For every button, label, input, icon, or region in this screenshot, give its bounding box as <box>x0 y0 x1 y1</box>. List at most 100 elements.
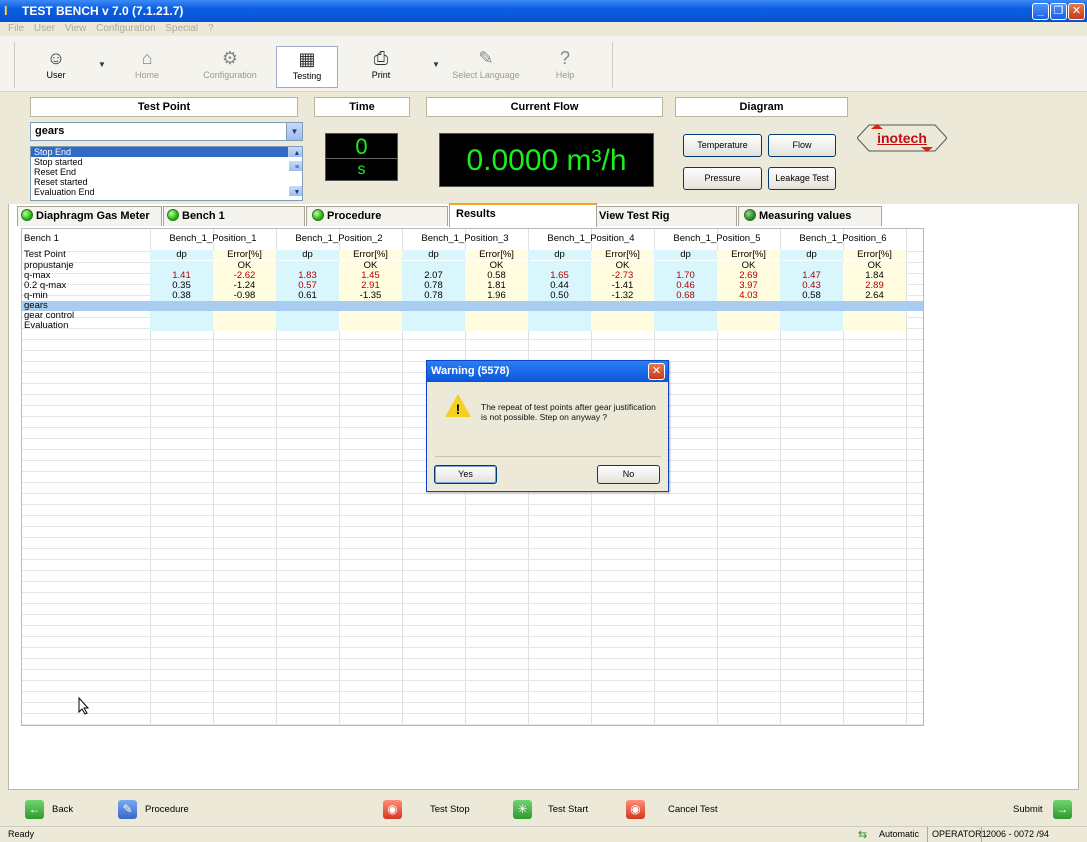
row-label: q-max <box>24 271 51 281</box>
table-cell <box>780 311 843 321</box>
tab-measuring-values[interactable]: Measuring values <box>738 206 882 226</box>
warning-dialog: Warning (5578) ✕ ! The repeat of test po… <box>426 360 669 492</box>
test-start-button[interactable]: ✳ Test Start <box>513 800 588 820</box>
list-item[interactable]: Stop End <box>31 147 302 157</box>
menu-help[interactable]: ? <box>208 23 214 34</box>
table-cell: -1.41 <box>591 281 654 291</box>
table-row[interactable]: propustanje OK OK OK OK OK OK <box>22 261 923 271</box>
test-point-event-list[interactable]: Stop End Stop started Reset End Reset st… <box>30 146 303 201</box>
table-row[interactable]: q-min 0.38 -0.98 0.61 -1.35 0.78 1.96 0.50 -1.32… <box>22 291 923 301</box>
table-cell <box>528 311 591 321</box>
restore-button[interactable]: ❐ <box>1050 3 1067 20</box>
table-row[interactable]: q-max 1.41 -2.62 1.83 1.45 2.07 0.58 1.65 -2.73 1… <box>22 271 923 281</box>
list-item[interactable]: Evaluation End <box>31 187 302 197</box>
pressure-button[interactable]: Pressure <box>683 167 762 190</box>
table-cell: 2.07 <box>402 271 465 281</box>
status-green-icon <box>744 209 756 221</box>
menu-configuration[interactable]: Configuration <box>96 23 155 34</box>
current-flow-display: 0.0000 m³/h <box>439 133 654 187</box>
table-row[interactable]: gear control <box>22 311 923 321</box>
table-row[interactable]: 0.2 q-max 0.35 -1.24 0.57 2.91 0.78 1.81 0.44 -1… <box>22 281 923 291</box>
table-cell <box>780 261 843 271</box>
scroll-up-icon[interactable]: ▲ <box>289 147 302 157</box>
table-cell: Bench_1_Position_2 <box>295 234 383 244</box>
table-cell: OK <box>339 261 402 271</box>
status-text: Ready <box>8 829 35 839</box>
table-cell <box>465 321 528 331</box>
list-item[interactable]: Reset started <box>31 177 302 187</box>
table-cell: 3.97 <box>717 281 780 291</box>
submit-button[interactable]: Submit → <box>1013 800 1072 820</box>
tab-diaphragm-gas-meter[interactable]: Diaphragm Gas Meter <box>17 206 162 226</box>
home-button[interactable]: ⌂ Home <box>116 46 178 88</box>
table-cell: 4.03 <box>717 291 780 301</box>
status-green-icon <box>167 209 179 221</box>
status-green-icon <box>21 209 33 221</box>
table-cell: 1.45 <box>339 271 402 281</box>
tab-results[interactable]: Results <box>449 203 597 227</box>
user-dropdown-icon[interactable]: ▼ <box>98 60 106 69</box>
cancel-test-button[interactable]: ◉ Cancel Test <box>626 800 717 820</box>
test-point-dropdown[interactable]: gears ▼ <box>30 122 303 141</box>
no-button[interactable]: No <box>597 465 660 484</box>
menu-user[interactable]: User <box>34 23 55 34</box>
yes-button[interactable]: Yes <box>434 465 497 484</box>
test-stop-button[interactable]: ◉ Test Stop <box>383 800 470 820</box>
close-button[interactable]: ✕ <box>1068 3 1085 20</box>
menu-file[interactable]: File <box>8 23 24 34</box>
tab-bench-1[interactable]: Bench 1 <box>163 206 305 226</box>
scroll-down-icon[interactable]: ▼ <box>289 186 302 196</box>
list-item[interactable]: Stop started <box>31 157 302 167</box>
table-row[interactable]: Test Point dp Error[%] dp Error[%] dp Error[%]… <box>22 250 923 260</box>
print-dropdown-icon[interactable]: ▼ <box>432 60 440 69</box>
table-cell <box>150 301 213 311</box>
table-cell: dp <box>528 250 591 260</box>
table-cell: Error[%] <box>465 250 528 260</box>
table-cell: 0.57 <box>276 281 339 291</box>
table-cell <box>276 301 339 311</box>
tab-view-test-rig[interactable]: View Test Rig <box>596 206 737 226</box>
flow-button[interactable]: Flow <box>768 134 836 157</box>
menu-view[interactable]: View <box>65 23 87 34</box>
table-cell <box>276 311 339 321</box>
tab-procedure[interactable]: Procedure <box>306 206 448 226</box>
configuration-button[interactable]: ⚙ Configuration <box>195 46 265 88</box>
grid-line <box>22 614 923 615</box>
print-button[interactable]: ⎙ Print <box>350 46 412 88</box>
testing-button[interactable]: ▦ Testing <box>276 46 338 88</box>
app-icon: I <box>4 3 8 18</box>
table-cell <box>339 301 402 311</box>
procedure-button[interactable]: ✎ Procedure <box>118 800 189 820</box>
select-language-button[interactable]: ✎ Select Language <box>447 46 525 88</box>
table-cell <box>276 261 339 271</box>
help-button[interactable]: ? Help <box>534 46 596 88</box>
minimize-button[interactable]: _ <box>1032 3 1049 20</box>
temperature-button[interactable]: Temperature <box>683 134 762 157</box>
table-row[interactable]: Evaluation <box>22 321 923 331</box>
table-row[interactable]: Bench 1 Bench_1_Position_1 Bench_1_Positio… <box>22 234 923 244</box>
table-cell: OK <box>213 261 276 271</box>
table-cell <box>591 311 654 321</box>
mouse-cursor-icon <box>78 696 90 718</box>
grid-line <box>22 537 923 538</box>
list-scrollbar[interactable]: ▲ ≡ ▼ <box>288 147 302 196</box>
table-cell: Error[%] <box>213 250 276 260</box>
table-cell <box>780 301 843 311</box>
list-item[interactable]: Reset End <box>31 167 302 177</box>
grid-line <box>22 636 923 637</box>
scroll-thumb[interactable]: ≡ <box>289 161 302 171</box>
menu-special[interactable]: Special <box>165 23 198 34</box>
stop-icon: ◉ <box>383 800 402 819</box>
status-bar: Ready <box>0 826 1087 842</box>
user-button[interactable]: ☺ User <box>25 46 87 88</box>
table-cell <box>717 301 780 311</box>
back-button[interactable]: ← Back <box>25 800 73 820</box>
toolbar-separator <box>612 42 613 88</box>
leakage-test-button[interactable]: Leakage Test <box>768 167 836 190</box>
chevron-down-icon[interactable]: ▼ <box>286 123 302 140</box>
close-icon[interactable]: ✕ <box>648 363 665 380</box>
table-cell: dp <box>402 250 465 260</box>
table-cell <box>465 301 528 311</box>
table-row[interactable]: gears <box>22 301 923 311</box>
test-point-selected: gears <box>35 125 65 137</box>
